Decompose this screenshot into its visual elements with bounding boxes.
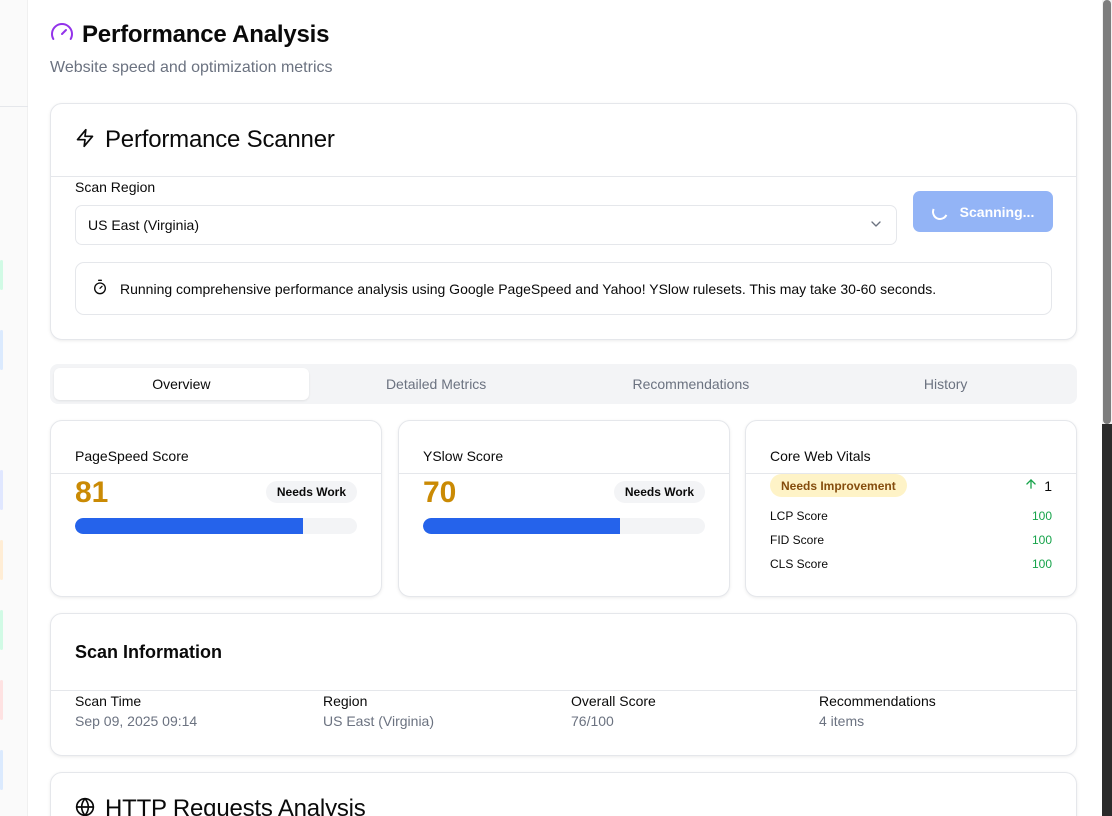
vital-row-cls: CLS Score 100: [770, 557, 1052, 571]
page-subtitle: Website speed and optimization metrics: [50, 59, 333, 76]
sidebar-accent: [0, 540, 3, 580]
divider: [51, 473, 381, 474]
divider: [51, 176, 1076, 177]
scan-region-select[interactable]: US East (Virginia): [75, 205, 897, 245]
scrollbar-track: [1102, 424, 1112, 816]
pagespeed-progress-fill: [75, 518, 304, 534]
globe-icon: [75, 797, 95, 816]
scan-button[interactable]: Scanning...: [913, 191, 1053, 232]
pagespeed-status-badge: Needs Work: [265, 481, 357, 503]
sidebar-accent: [0, 260, 3, 290]
core-web-vitals-status-badge: Needs Improvement: [770, 474, 907, 497]
vital-value: 100: [1031, 557, 1052, 571]
info-value: US East (Virginia): [323, 713, 435, 729]
stopwatch-icon: [92, 279, 108, 298]
scanner-title: Performance Scanner: [105, 126, 335, 153]
core-web-vitals-card: Core Web Vitals Needs Improvement 1 LCP …: [745, 420, 1077, 597]
spinner-icon: [929, 201, 950, 222]
vital-value: 100: [1031, 509, 1052, 523]
sidebar-accent: [0, 470, 3, 510]
pagespeed-score: 81: [75, 476, 109, 509]
info-label: Scan Time: [75, 693, 142, 709]
info-value: 4 items: [819, 713, 865, 729]
arrow-up-icon: [1024, 477, 1038, 494]
sidebar-divider: [0, 106, 28, 107]
performance-scanner-card: Performance Scanner Scan Region US East …: [50, 103, 1077, 340]
divider: [399, 473, 729, 474]
tab-detailed-metrics[interactable]: Detailed Metrics: [309, 368, 564, 400]
scrollbar-thumb[interactable]: [1103, 0, 1111, 424]
core-web-vitals-trend: 1: [1024, 477, 1052, 494]
info-overall-score: Overall Score 76/100: [571, 693, 656, 729]
scan-region-value: US East (Virginia): [88, 217, 200, 233]
tab-recommendations[interactable]: Recommendations: [564, 368, 819, 400]
info-label: Region: [323, 693, 368, 709]
pagespeed-title: PageSpeed Score: [75, 448, 189, 464]
scan-information-card: Scan Information Scan Time Sep 09, 2025 …: [50, 613, 1077, 756]
sidebar-accent: [0, 680, 3, 720]
divider: [51, 690, 1076, 691]
pagespeed-progress: [75, 518, 357, 534]
page-title: Performance Analysis: [82, 20, 330, 48]
info-label: Overall Score: [571, 693, 656, 709]
sidebar-accent: [0, 750, 3, 790]
yslow-score: 70: [423, 476, 457, 509]
trend-value: 1: [1044, 477, 1052, 494]
analysis-tabs: Overview Detailed Metrics Recommendation…: [50, 364, 1077, 404]
info-region: Region US East (Virginia): [323, 693, 434, 729]
http-requests-card: HTTP Requests Analysis: [50, 772, 1077, 816]
page-header: Performance Analysis Website speed and o…: [50, 20, 333, 77]
info-value: 76/100: [571, 713, 614, 729]
gauge-icon: [50, 20, 74, 49]
info-label: Recommendations: [819, 693, 936, 709]
scan-region-label: Scan Region: [75, 179, 156, 195]
info-value: Sep 09, 2025 09:14: [75, 713, 198, 729]
chevron-down-icon: [868, 216, 884, 235]
scan-notice-text: Running comprehensive performance analys…: [120, 280, 937, 297]
core-web-vitals-title: Core Web Vitals: [770, 448, 871, 464]
vital-label: FID Score: [770, 533, 825, 547]
yslow-progress: [423, 518, 705, 534]
vital-row-fid: FID Score 100: [770, 533, 1052, 547]
yslow-score-card: YSlow Score 70 Needs Work: [398, 420, 730, 597]
vital-row-lcp: LCP Score 100: [770, 509, 1052, 523]
scan-button-label: Scanning...: [959, 203, 1035, 220]
scan-notice: Running comprehensive performance analys…: [75, 262, 1052, 315]
http-requests-title: HTTP Requests Analysis: [105, 795, 366, 816]
scan-information-title: Scan Information: [75, 642, 223, 662]
yslow-progress-fill: [423, 518, 621, 534]
yslow-status-badge: Needs Work: [613, 481, 705, 503]
yslow-title: YSlow Score: [423, 448, 504, 464]
info-recommendations: Recommendations 4 items: [819, 693, 936, 729]
info-scan-time: Scan Time Sep 09, 2025 09:14: [75, 693, 197, 729]
vital-value: 100: [1031, 533, 1052, 547]
tab-overview[interactable]: Overview: [54, 368, 309, 400]
tab-history[interactable]: History: [818, 368, 1073, 400]
sidebar-accent: [0, 330, 3, 370]
page-scrollbar[interactable]: [1102, 0, 1112, 816]
pagespeed-score-card: PageSpeed Score 81 Needs Work: [50, 420, 382, 597]
lightning-icon: [75, 128, 95, 153]
vital-label: CLS Score: [770, 557, 829, 571]
sidebar-accent: [0, 610, 3, 650]
vital-label: LCP Score: [770, 509, 828, 523]
sidebar-edge: [0, 0, 28, 816]
